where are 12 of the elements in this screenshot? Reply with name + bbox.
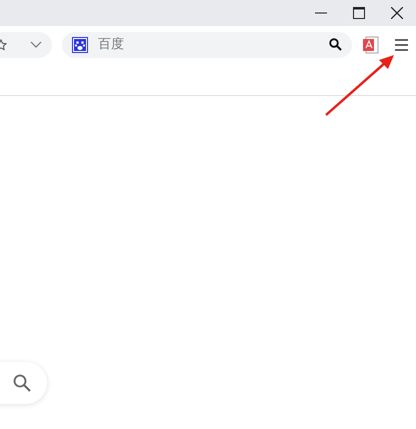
pdf-icon[interactable]: [363, 36, 379, 54]
menu-icon[interactable]: [395, 38, 408, 50]
paw-icon: [72, 36, 88, 52]
search-icon: [13, 374, 31, 392]
search-button[interactable]: [0, 362, 47, 404]
address-bar[interactable]: 百度: [62, 32, 352, 58]
maximize-icon: [353, 7, 365, 19]
search-input[interactable]: 百度: [96, 34, 316, 56]
annotation-arrow: [324, 53, 396, 117]
chevron-down-icon[interactable]: [30, 40, 42, 48]
close-icon: [391, 7, 403, 19]
search-icon[interactable]: [329, 38, 342, 51]
